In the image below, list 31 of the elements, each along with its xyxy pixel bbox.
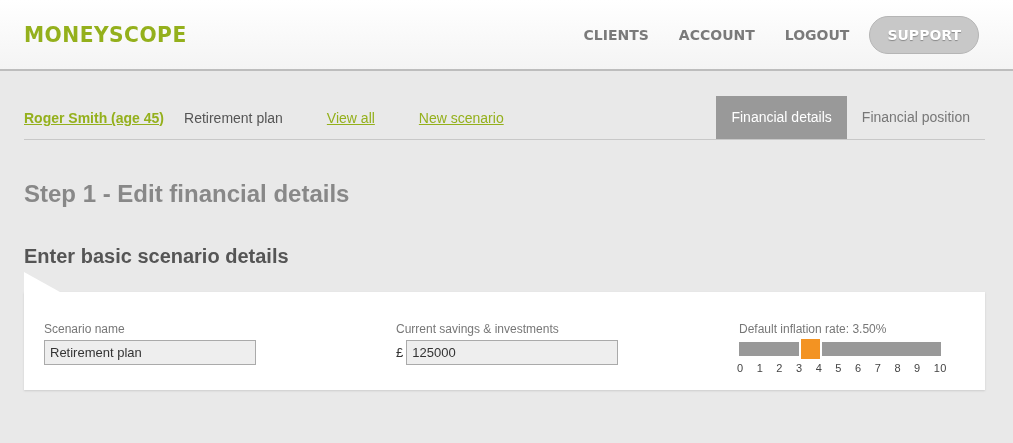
scenario-name-field[interactable]: Retirement plan bbox=[44, 340, 256, 365]
field-label: Default inflation rate: 3.50% bbox=[739, 322, 888, 336]
plan-name: Retirement plan bbox=[184, 110, 283, 128]
tab[interactable]: Financial position bbox=[846, 96, 985, 139]
nav-link[interactable]: New scenario bbox=[418, 110, 504, 139]
nav-link[interactable]: ACCOUNT bbox=[678, 26, 755, 43]
tick-label: 6 bbox=[855, 362, 862, 374]
tick-label: 1 bbox=[756, 362, 764, 374]
tick-label: 8 bbox=[894, 362, 901, 374]
tick-label: 4 bbox=[815, 362, 823, 374]
nav-link[interactable]: CLIENTS bbox=[583, 26, 649, 43]
tick-label: 5 bbox=[835, 362, 842, 374]
slider-track[interactable] bbox=[739, 342, 941, 356]
currency-symbol: £ bbox=[396, 345, 404, 360]
logo: MONEYSCOPE bbox=[24, 22, 187, 47]
slider-thumb[interactable] bbox=[798, 339, 822, 359]
tick-label: 10 bbox=[933, 362, 947, 374]
field-label: Scenario name bbox=[44, 322, 126, 336]
page-title: Step 1 - Edit financial details bbox=[24, 180, 351, 209]
nav-link[interactable]: View all bbox=[326, 110, 375, 139]
field-label: Current savings & investments bbox=[396, 322, 560, 336]
tick-label: 7 bbox=[874, 362, 882, 374]
savings-field[interactable]: 125000 bbox=[406, 340, 619, 365]
section-heading: Enter basic scenario details bbox=[24, 245, 290, 269]
tick-label: 2 bbox=[776, 362, 783, 374]
client-link[interactable]: Roger Smith (age 45) bbox=[24, 110, 165, 139]
tick-label: 3 bbox=[796, 362, 803, 374]
nav-link[interactable]: LOGOUT bbox=[784, 26, 850, 43]
tick-label: 9 bbox=[914, 362, 921, 374]
tick-label: 0 bbox=[737, 362, 744, 374]
tab[interactable]: Financial details bbox=[716, 96, 847, 139]
